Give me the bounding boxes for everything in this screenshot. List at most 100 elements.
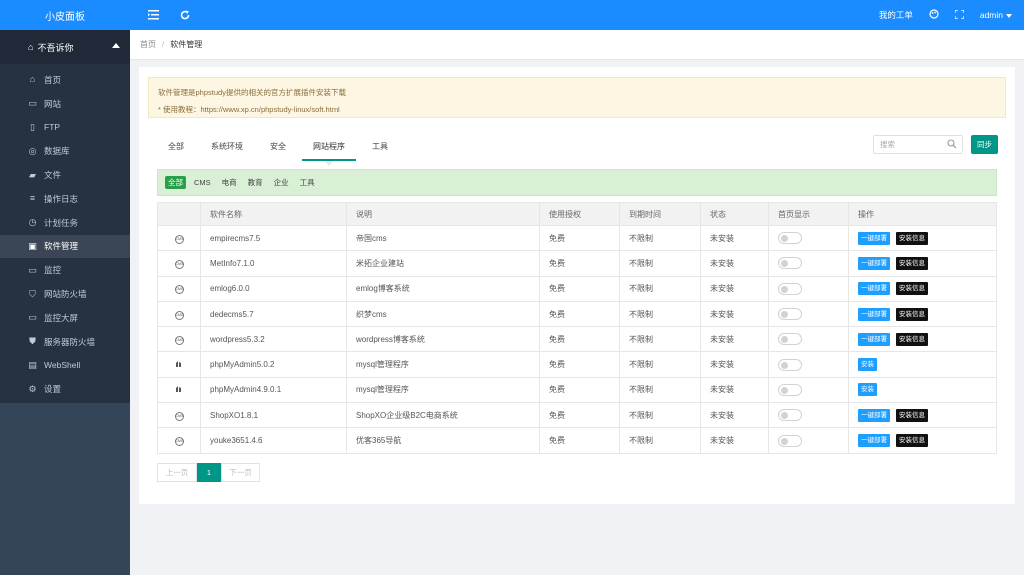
sidebar-item-10[interactable]: ▭ 监控大屏	[0, 306, 130, 330]
cell-license: 免费	[539, 376, 620, 404]
one-click-deploy-button[interactable]: 一键部署	[858, 307, 890, 321]
row-icon-cell	[157, 351, 201, 378]
user-menu[interactable]: ⌂ 不吾诉你	[0, 30, 130, 64]
sidebar-item-4[interactable]: ▰ 文件	[0, 163, 130, 187]
cell-name: MetInfo7.1.0	[200, 250, 347, 277]
install-info-button[interactable]: 安装信息	[896, 332, 928, 346]
filter-chip-3[interactable]: 教育	[245, 176, 266, 189]
theme-icon[interactable]	[929, 9, 939, 21]
sidebar-item-3[interactable]: ◎ 数据库	[0, 139, 130, 163]
cell-status: 未安装	[700, 427, 769, 454]
homepage-toggle[interactable]	[778, 282, 802, 295]
install-info-button[interactable]: 安装信息	[896, 434, 928, 448]
admin-menu[interactable]: admin	[980, 10, 1012, 20]
cell-homepage	[768, 250, 849, 277]
filter-chip-1[interactable]: CMS	[191, 177, 214, 188]
homepage-toggle[interactable]	[778, 232, 802, 245]
homepage-toggle[interactable]	[778, 333, 802, 346]
cell-expire: 不限制	[619, 224, 701, 252]
tab-1[interactable]: 系统环境	[200, 137, 254, 161]
tab-2[interactable]: 安全	[259, 137, 297, 161]
one-click-deploy-button[interactable]: 一键部署	[858, 408, 890, 422]
sidebar-item-label: 网站	[44, 98, 62, 109]
filter-chip-0[interactable]: 全部	[165, 176, 186, 189]
cell-license: 免费	[539, 427, 620, 454]
cell-actions: 安装	[848, 351, 997, 378]
shield-icon: ⛉	[29, 288, 36, 299]
cell-expire: 不限制	[619, 402, 701, 429]
cell-name: ShopXO1.8.1	[200, 402, 347, 429]
sidebar-item-11[interactable]: ⛊ 服务器防火墙	[0, 330, 130, 354]
cell-homepage	[768, 326, 849, 353]
one-click-deploy-button[interactable]: 一键部署	[858, 282, 890, 296]
homepage-toggle[interactable]	[778, 409, 802, 422]
install-info-button[interactable]: 安装信息	[896, 256, 928, 270]
row-icon-cell: CMS	[157, 427, 201, 454]
menu-toggle-icon[interactable]	[144, 6, 162, 24]
col-actions: 操作	[848, 202, 997, 226]
one-click-deploy-button[interactable]: 一键部署	[858, 332, 890, 346]
one-click-deploy-button[interactable]: 一键部署	[858, 434, 890, 448]
cell-homepage	[768, 402, 849, 429]
prev-page-button[interactable]: 上一页	[157, 463, 197, 482]
tab-3[interactable]: 网站程序	[302, 137, 356, 166]
cell-homepage	[768, 275, 849, 302]
breadcrumb: 首页 / 软件管理	[130, 30, 1024, 60]
main-card: 软件管理是phpstudy提供的相关的官方扩展插件安装下载 * 使用教程：htt…	[139, 67, 1015, 504]
refresh-icon[interactable]	[176, 6, 194, 24]
cell-desc: mysql管理程序	[346, 351, 540, 378]
next-page-button[interactable]: 下一页	[221, 463, 260, 482]
shield-solid-icon: ⛊	[29, 336, 36, 347]
cell-actions: 一键部署 安装信息	[848, 326, 997, 353]
homepage-toggle[interactable]	[778, 434, 802, 447]
sidebar-item-13[interactable]: ⚙ 设置	[0, 377, 130, 401]
home-icon: ⌂	[29, 74, 36, 85]
install-info-button[interactable]: 安装信息	[896, 282, 928, 296]
homepage-toggle[interactable]	[778, 257, 802, 270]
fullscreen-icon[interactable]	[954, 8, 965, 21]
tab-4[interactable]: 工具	[361, 137, 399, 161]
sync-button[interactable]: 同步	[971, 135, 998, 154]
breadcrumb-home[interactable]: 首页	[140, 39, 156, 50]
one-click-deploy-button[interactable]: 一键部署	[858, 231, 890, 245]
search-icon	[947, 139, 957, 149]
row-icon-cell: CMS	[157, 275, 201, 302]
sidebar-item-label: 软件管理	[44, 241, 79, 252]
one-click-deploy-button[interactable]: 一键部署	[858, 256, 890, 270]
homepage-toggle[interactable]	[778, 358, 802, 371]
page-1-button[interactable]: 1	[197, 463, 221, 482]
install-info-button[interactable]: 安装信息	[896, 408, 928, 422]
sidebar-item-7[interactable]: ▣ 软件管理	[0, 234, 130, 259]
sidebar-item-2[interactable]: ▯ FTP	[0, 116, 130, 140]
table-row: CMS MetInfo7.1.0 米拓企业建站 免费 不限制 未安装 一键部署 安装信息	[157, 250, 997, 277]
sidebar-item-8[interactable]: ▭ 监控	[0, 258, 130, 282]
sidebar-item-0[interactable]: ⌂ 首页	[0, 68, 130, 92]
sidebar-item-6[interactable]: ◷ 计划任务	[0, 211, 130, 235]
install-button[interactable]: 安装	[858, 383, 877, 397]
sidebar-item-1[interactable]: ▭ 网站	[0, 92, 130, 116]
homepage-toggle[interactable]	[778, 383, 802, 396]
app-logo[interactable]: 小皮面板	[0, 0, 130, 30]
install-info-button[interactable]: 安装信息	[896, 307, 928, 321]
cms-icon: CMS	[174, 285, 184, 295]
sidebar-item-5[interactable]: ≡ 操作日志	[0, 187, 130, 211]
chevron-down-icon	[1006, 14, 1012, 18]
table-row: phpMyAdmin5.0.2 mysql管理程序 免费 不限制 未安装 安装	[157, 351, 997, 378]
sidebar-item-12[interactable]: ▤ WebShell	[0, 354, 130, 378]
col-expire: 到期时间	[619, 202, 701, 226]
cell-status: 未安装	[700, 376, 769, 404]
search-input[interactable]: 搜索	[873, 135, 963, 154]
filter-chip-4[interactable]: 企业	[271, 176, 292, 189]
homepage-toggle[interactable]	[778, 308, 802, 321]
sidebar-item-label: 数据库	[44, 146, 70, 157]
sidebar-item-9[interactable]: ⛉ 网站防火墙	[0, 282, 130, 306]
table-header-row: 软件名称 说明 使用授权 到期时间 状态 首页显示 操作	[157, 202, 997, 226]
filter-chip-2[interactable]: 电商	[219, 176, 240, 189]
filter-chip-5[interactable]: 工具	[297, 176, 318, 189]
install-info-button[interactable]: 安装信息	[896, 231, 928, 245]
install-button[interactable]: 安装	[858, 358, 877, 372]
cell-name: dedecms5.7	[200, 300, 347, 328]
my-orders-link[interactable]: 我的工单	[879, 9, 913, 21]
cell-name: wordpress5.3.2	[200, 326, 347, 353]
tab-0[interactable]: 全部	[157, 137, 195, 161]
